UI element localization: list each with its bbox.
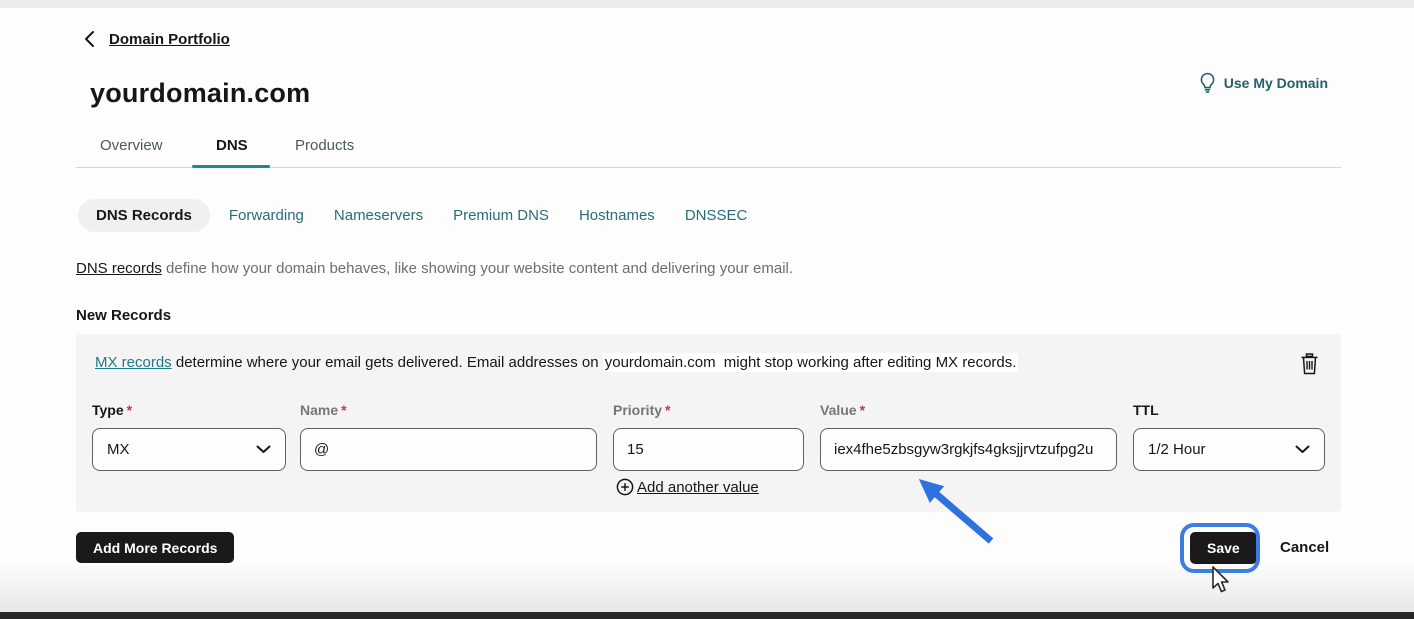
breadcrumb-link[interactable]: Domain Portfolio [109,31,230,48]
tab-products[interactable]: Products [295,137,354,154]
window-top-edge [0,0,1414,8]
type-select-value: MX [107,441,130,458]
value-field-box [820,428,1117,471]
warning-domain: yourdomain.com [603,353,718,372]
add-another-value-label: Add another value [637,479,759,496]
required-asterisk: * [665,402,670,418]
value-input[interactable] [821,441,1116,458]
page-title: yourdomain.com [90,78,310,109]
subtab-forwarding[interactable]: Forwarding [229,207,304,224]
priority-input[interactable] [614,441,803,458]
window-bottom-edge [0,612,1414,619]
section-title: New Records [76,307,171,324]
required-asterisk: * [860,402,865,418]
ttl-select-value: 1/2 Hour [1148,441,1206,458]
main-tabs: Overview DNS Products [76,132,1341,168]
warning-part2: might stop working after editing MX reco… [718,353,1019,372]
subtab-nameservers[interactable]: Nameservers [334,207,423,224]
warning-part1: determine where your email gets delivere… [172,354,603,371]
trash-icon [1300,353,1319,375]
chevron-left-icon [84,30,95,48]
new-record-panel: MX records determine where your email ge… [76,334,1341,512]
chevron-down-icon [1295,445,1310,454]
subtab-premium-dns[interactable]: Premium DNS [453,207,549,224]
ttl-label: TTL [1133,402,1159,418]
chevron-down-icon [256,445,271,454]
mx-warning-text: MX records determine where your email ge… [95,354,1245,371]
subtab-dnssec[interactable]: DNSSEC [685,207,748,224]
required-asterisk: * [341,402,346,418]
save-button[interactable]: Save [1190,532,1257,564]
dns-intro-text: DNS records define how your domain behav… [76,260,793,277]
priority-field-box [613,428,804,471]
add-more-records-button[interactable]: Add More Records [76,532,234,563]
required-asterisk: * [127,402,132,418]
dns-intro-rest: define how your domain behaves, like sho… [162,260,793,277]
use-my-domain-button[interactable]: Use My Domain [1199,72,1328,94]
name-input[interactable] [301,441,596,458]
tab-dns[interactable]: DNS [216,137,248,154]
dns-subtabs: DNS Records Forwarding Nameservers Premi… [78,199,747,232]
use-my-domain-label: Use My Domain [1224,75,1328,91]
window-bottom-band [0,566,1414,613]
priority-label: Priority* [613,402,670,418]
lightbulb-icon [1199,72,1216,94]
subtab-dns-records[interactable]: DNS Records [78,199,210,232]
delete-record-button[interactable] [1295,350,1323,378]
add-another-value-link[interactable]: Add another value [616,478,759,496]
type-select[interactable]: MX [92,428,286,471]
name-field-box [300,428,597,471]
ttl-select[interactable]: 1/2 Hour [1133,428,1325,471]
value-label: Value* [820,402,865,418]
breadcrumb[interactable]: Domain Portfolio [84,30,230,48]
active-tab-indicator [192,165,270,168]
subtab-hostnames[interactable]: Hostnames [579,207,655,224]
plus-circle-icon [616,478,634,496]
tab-overview[interactable]: Overview [100,137,163,154]
type-label: Type* [92,402,132,418]
dns-records-link[interactable]: DNS records [76,260,162,277]
name-label: Name* [300,402,347,418]
mx-records-link[interactable]: MX records [95,354,172,371]
cancel-button[interactable]: Cancel [1280,539,1329,556]
